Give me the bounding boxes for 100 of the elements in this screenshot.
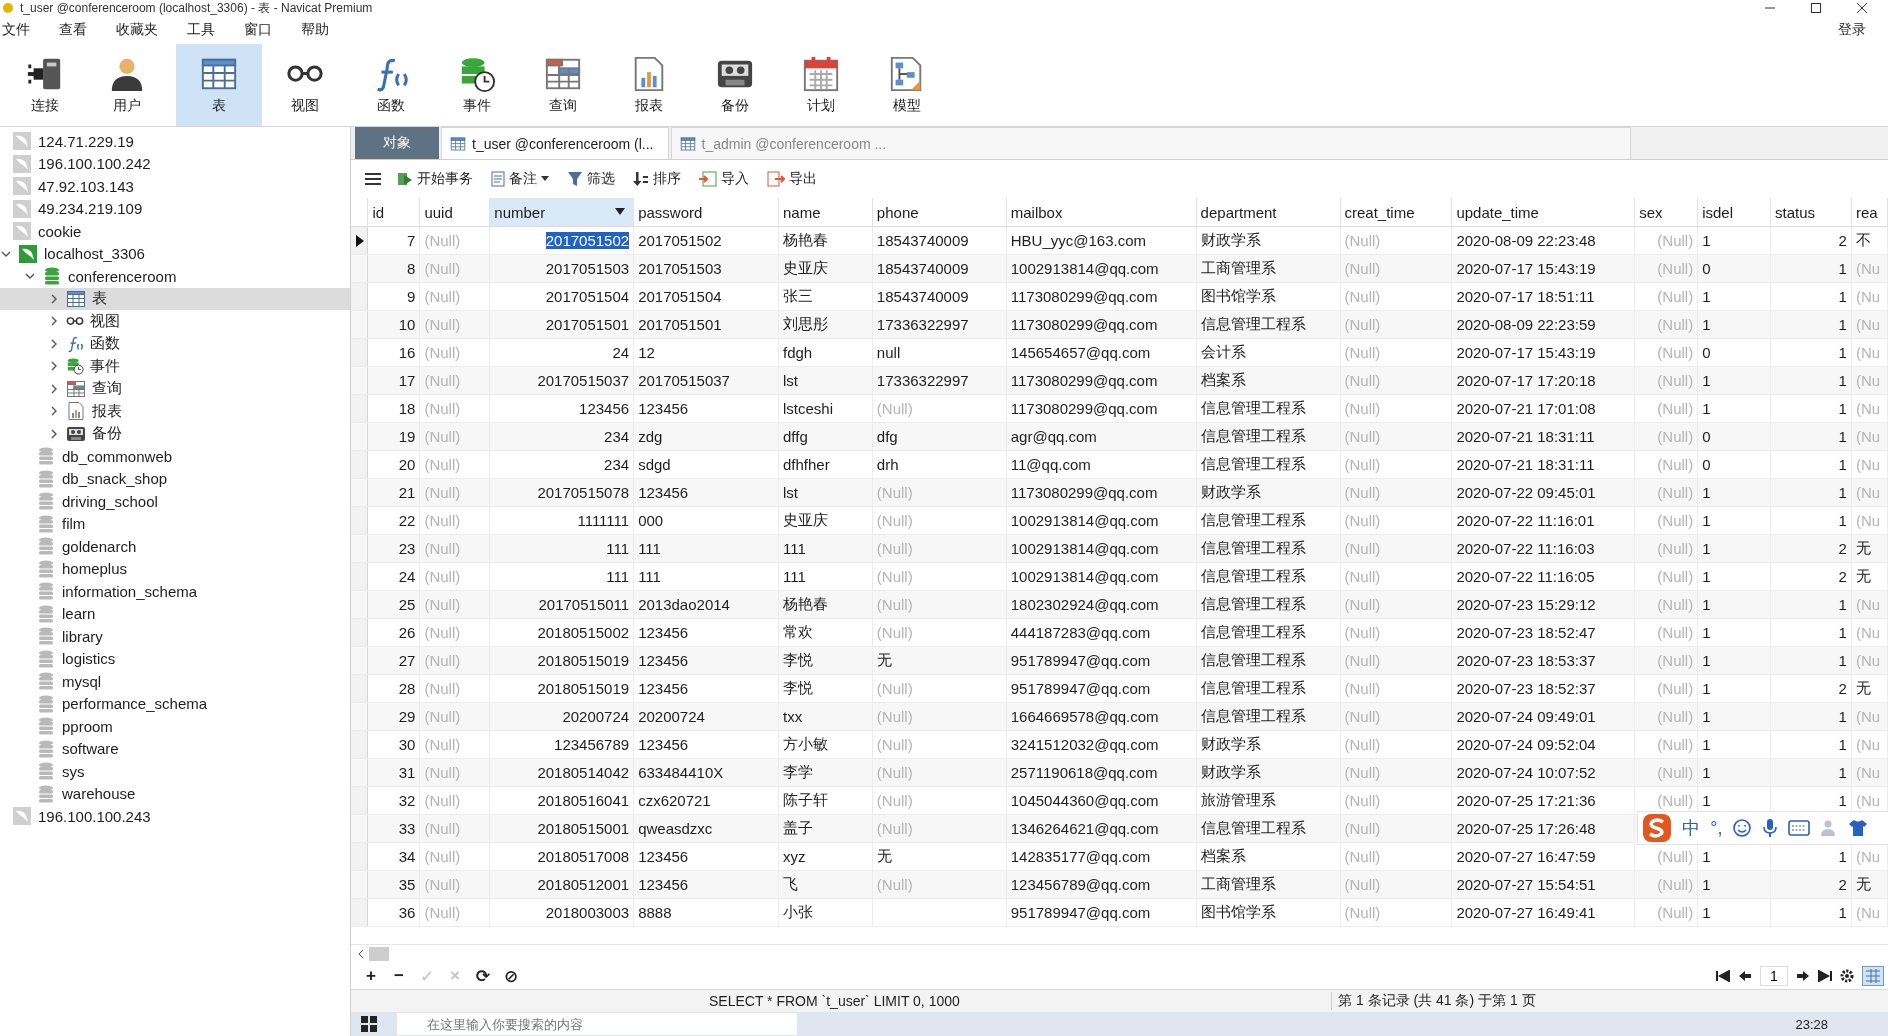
toolbar-button[interactable]: 开始事务 [395, 168, 475, 190]
caret-icon[interactable] [615, 208, 626, 216]
toolbar-button[interactable]: 表 [176, 44, 262, 126]
toolbar-button[interactable]: 备份 [692, 44, 778, 126]
tree-item[interactable]: 196.100.100.242 [0, 152, 350, 175]
tree-item[interactable]: learn [0, 602, 350, 625]
tree-item[interactable]: 报表 [0, 400, 350, 423]
tree-item[interactable]: logistics [0, 647, 350, 670]
tree-item[interactable]: 196.100.100.243 [0, 805, 350, 828]
tree-item[interactable]: goldenarch [0, 535, 350, 558]
toolbar-button[interactable]: 查询 [520, 44, 606, 126]
toolbar-button[interactable]: 筛选 [565, 168, 617, 190]
maximize-icon[interactable] [1810, 2, 1822, 14]
toolbar-button[interactable]: 模型 [864, 44, 950, 126]
login-link[interactable]: 登录 [1838, 21, 1866, 39]
tree-item[interactable]: warehouse [0, 782, 350, 805]
tree-item[interactable]: 查询 [0, 377, 350, 400]
ime-punctuation[interactable]: °, [1710, 817, 1723, 839]
toolbar-button[interactable]: 备注 [489, 168, 551, 190]
tree-item[interactable]: information_schema [0, 580, 350, 603]
column-header[interactable]: password [633, 198, 779, 227]
tree-item[interactable]: library [0, 625, 350, 648]
menu-icon[interactable] [365, 172, 381, 186]
menu-item[interactable]: 窗口 [242, 21, 285, 39]
toolbar-button[interactable]: 报表 [606, 44, 692, 126]
tree-item[interactable]: pproom [0, 715, 350, 738]
column-header[interactable]: mailbox [1006, 198, 1197, 227]
table-cell: 2020-07-17 15:43:19 [1451, 338, 1635, 367]
toolbar-button[interactable]: 连接 [6, 44, 84, 126]
close-icon[interactable] [1856, 2, 1868, 14]
column-header[interactable]: rea [1851, 198, 1888, 227]
tree-item[interactable]: 表 [0, 287, 350, 310]
tree-item[interactable]: 备份 [0, 422, 350, 445]
ime-mode[interactable]: 中 [1682, 816, 1701, 840]
tree-item[interactable]: 事件 [0, 355, 350, 378]
column-header[interactable]: uuid [419, 198, 490, 227]
toolbar-button[interactable]: 导入 [697, 168, 751, 190]
toolbar-button[interactable]: 计划 [778, 44, 864, 126]
toolbar-button[interactable]: 视图 [262, 44, 348, 126]
column-header[interactable]: isdel [1697, 198, 1771, 227]
menu-item[interactable]: 文件 [0, 21, 43, 39]
windows-logo-icon[interactable] [361, 1016, 377, 1032]
tree-item[interactable]: film [0, 512, 350, 535]
tree-item[interactable]: 视图 [0, 310, 350, 333]
tab[interactable]: 对象 [355, 127, 439, 159]
tree-item[interactable]: homeplus [0, 557, 350, 580]
microphone-icon[interactable] [1762, 818, 1779, 838]
column-header[interactable]: status [1770, 198, 1852, 227]
menu-item[interactable]: 收藏夹 [114, 21, 171, 39]
tree-item[interactable]: conferenceroom [0, 265, 350, 288]
tree-item[interactable]: performance_schema [0, 692, 350, 715]
page-field[interactable]: 1 [1760, 966, 1788, 986]
toolbar-button[interactable]: 用户 [84, 44, 170, 126]
toolbar-button[interactable]: 函数 [348, 44, 434, 126]
s-logo-icon[interactable] [1642, 813, 1673, 843]
record-button[interactable]: + [361, 966, 381, 986]
keyboard-icon[interactable] [1788, 820, 1811, 836]
next-page-icon[interactable] [1796, 970, 1810, 982]
settings-icon[interactable] [1840, 969, 1854, 983]
column-header[interactable]: id [368, 198, 420, 227]
shirt-icon[interactable] [1848, 819, 1869, 837]
record-button[interactable]: ⟳ [473, 965, 493, 987]
scroll-left-icon[interactable] [357, 949, 365, 959]
column-header[interactable]: number [489, 198, 634, 227]
tree-item[interactable]: localhost_3306 [0, 242, 350, 265]
tree-item[interactable]: 47.92.103.143 [0, 175, 350, 198]
column-header[interactable]: department [1196, 198, 1340, 227]
record-button[interactable]: − [389, 966, 409, 986]
grid-view-icon[interactable] [1862, 966, 1884, 986]
smiley-icon[interactable] [1732, 818, 1753, 838]
menu-item[interactable]: 工具 [185, 21, 228, 39]
tree-item[interactable]: db_snack_shop [0, 467, 350, 490]
column-header[interactable]: creat_time [1340, 198, 1452, 227]
menu-item[interactable]: 查看 [57, 21, 100, 39]
last-page-icon[interactable] [1818, 970, 1832, 982]
tree-item[interactable]: 函数 [0, 332, 350, 355]
menu-item[interactable]: 帮助 [299, 21, 342, 39]
record-button[interactable]: ⊘ [501, 965, 521, 987]
tree-item[interactable]: cookie [0, 220, 350, 243]
previous-page-icon[interactable] [1738, 970, 1752, 982]
search-field[interactable]: 在这里输入你要搜索的内容 [397, 1013, 797, 1035]
column-header[interactable]: phone [872, 198, 1007, 227]
tree-item[interactable]: db_commonweb [0, 445, 350, 468]
tree-item[interactable]: software [0, 737, 350, 760]
column-header[interactable]: name [778, 198, 873, 227]
scrollbar-thumb[interactable] [369, 947, 389, 961]
toolbar-button[interactable]: 导出 [765, 168, 819, 190]
tree-item[interactable]: 124.71.229.19 [0, 130, 350, 153]
tree-item[interactable]: sys [0, 760, 350, 783]
caret-icon[interactable] [541, 176, 549, 182]
tab[interactable]: t_user @conferenceroom (l... [441, 127, 669, 159]
tree-item[interactable]: mysql [0, 670, 350, 693]
column-header[interactable]: sex [1634, 198, 1698, 227]
first-page-icon[interactable] [1716, 970, 1730, 982]
toolbar-button[interactable]: 排序 [631, 168, 683, 190]
toolbar-button[interactable]: 事件 [434, 44, 520, 126]
tree-item[interactable]: driving_school [0, 490, 350, 513]
tree-item[interactable]: 49.234.219.109 [0, 197, 350, 220]
row-header[interactable] [351, 226, 368, 255]
column-header[interactable]: update_time [1451, 198, 1635, 227]
